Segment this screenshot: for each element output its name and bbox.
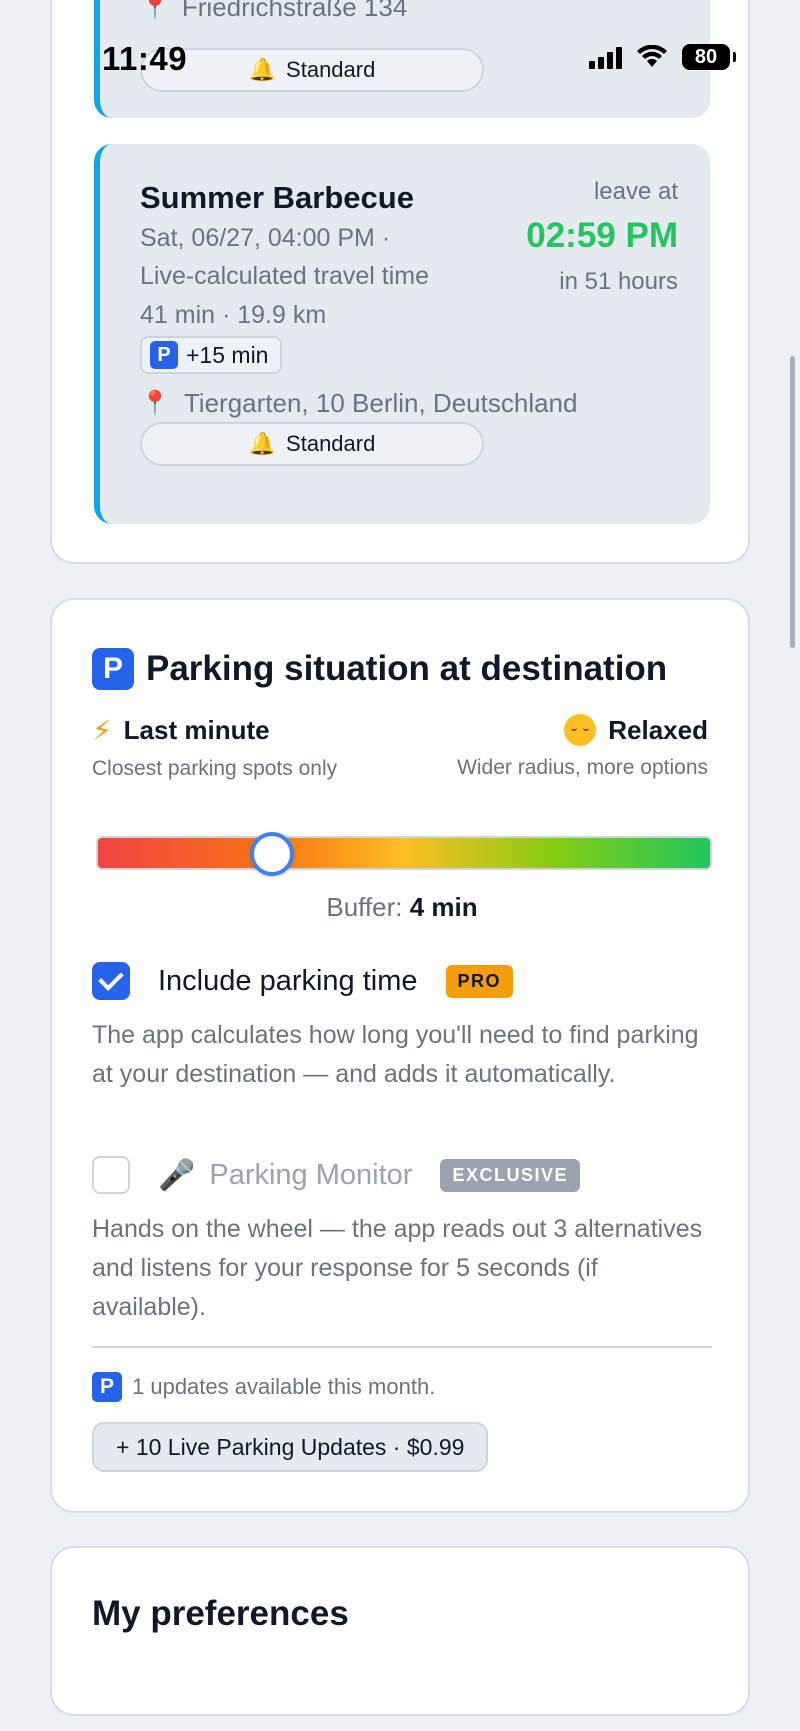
parking-icon: P (92, 648, 134, 690)
leave-label: leave at (593, 178, 678, 205)
updates-info: P 1 updates available this month. (92, 1372, 435, 1402)
preferences-title: My preferences (92, 1594, 349, 1633)
events-card: 📍 Friedrichstraße 134 🔔 Standard Summer … (50, 0, 750, 564)
include-parking-label: Include parking time (158, 964, 418, 997)
event-travel-note: Live-calculated travel time (140, 262, 430, 290)
mode-relaxed: Relaxed Wider radius, more options (457, 714, 708, 779)
bell-icon: 🔔 (248, 431, 277, 456)
location-pin-icon: 📍 (140, 0, 170, 21)
battery-icon: 80 (682, 44, 736, 70)
buy-parking-updates-button[interactable]: + 10 Live Parking Updates · $0.99 (92, 1422, 489, 1472)
buffer-slider-track[interactable] (96, 836, 712, 870)
parking-title: P Parking situation at destination (92, 648, 667, 690)
microphone-icon: 🎤 (158, 1158, 196, 1192)
app-screen: 11:49 80 📍 Friedrichstraße 134 🔔 Standar… (0, 0, 800, 1731)
relieved-face-icon (564, 714, 597, 746)
preferences-card: My preferences (50, 1546, 750, 1716)
status-time: 11:49 (102, 40, 188, 77)
reminder-label: Standard (286, 431, 376, 456)
event-item[interactable]: Summer Barbecue Sat, 06/27, 04:00 PM · L… (94, 144, 710, 524)
cellular-signal-icon (589, 45, 622, 69)
status-icons: 80 (589, 44, 736, 70)
parking-monitor-row[interactable]: 🎤 Parking Monitor EXCLUSIVE (92, 1156, 580, 1194)
mode-last-minute: ⚡ Last minute Closest parking spots only (92, 715, 338, 780)
include-parking-row[interactable]: Include parking time PRO (92, 962, 514, 1000)
event-address: 📍 Tiergarten, 10 Berlin, Deutschland (140, 388, 578, 418)
wifi-icon (637, 45, 667, 67)
event-address: 📍 Friedrichstraße 134 (140, 0, 407, 23)
parking-card: P Parking situation at destination ⚡ Las… (50, 598, 750, 1513)
parking-icon: P (92, 1372, 122, 1402)
event-date: Sat, 06/27, 04:00 PM · (140, 224, 391, 252)
location-pin-icon: 📍 (140, 390, 170, 417)
status-bar: 11:49 80 (0, 36, 800, 80)
parking-monitor-description: Hands on the wheel — the app reads out 3… (92, 1215, 703, 1321)
buffer-readout: Buffer: 4 min (326, 892, 478, 922)
scrollbar[interactable] (790, 356, 795, 648)
include-parking-description: The app calculates how long you'll need … (92, 1021, 699, 1088)
event-title: Summer Barbecue (140, 180, 414, 215)
event-duration-distance: 41 min · 19.9 km (140, 301, 327, 329)
include-parking-checkbox[interactable] (92, 962, 130, 1000)
exclusive-badge: EXCLUSIVE (440, 1158, 580, 1192)
parking-monitor-checkbox[interactable] (92, 1156, 130, 1194)
pro-badge: PRO (445, 964, 514, 998)
leave-time: 02:59 PM (526, 216, 678, 255)
reminder-button[interactable]: 🔔 Standard (140, 422, 484, 466)
lightning-bolt-icon: ⚡ (92, 715, 112, 746)
leave-relative: in 51 hours (559, 268, 678, 295)
parking-icon: P (150, 341, 178, 369)
buffer-slider-thumb[interactable] (249, 832, 294, 876)
parking-time-badge: P +15 min (140, 336, 283, 374)
parking-monitor-label: 🎤 Parking Monitor (158, 1158, 413, 1192)
divider (92, 1346, 712, 1348)
